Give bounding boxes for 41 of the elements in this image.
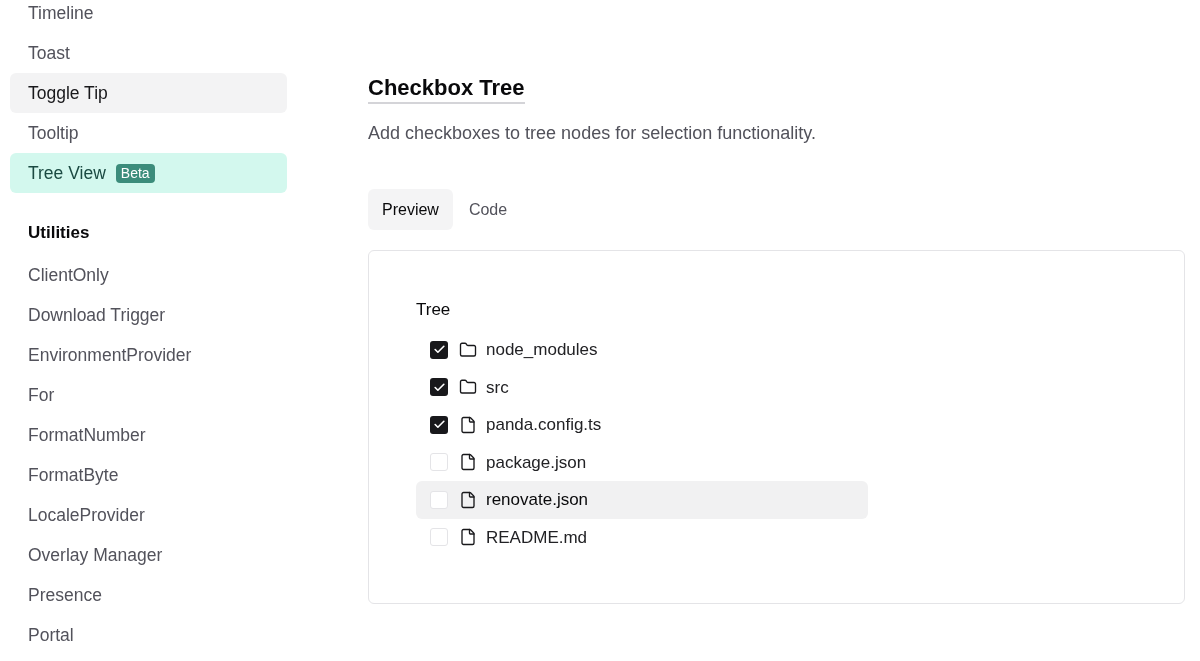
sidebar-item[interactable]: Timeline (10, 0, 287, 33)
file-icon (459, 528, 477, 547)
file-icon (459, 415, 477, 434)
sidebar-item[interactable]: Toggle Tip (10, 73, 287, 113)
checkbox[interactable] (430, 490, 448, 509)
sidebar-item[interactable]: FormatByte (10, 455, 287, 495)
check-icon (432, 380, 446, 394)
checkbox[interactable] (430, 528, 448, 547)
sidebar-item[interactable]: EnvironmentProvider (10, 335, 287, 375)
file-icon (459, 453, 477, 472)
tab[interactable]: Preview (368, 189, 453, 230)
tree-item[interactable]: panda.config.ts (416, 406, 868, 444)
sidebar-item[interactable]: For (10, 375, 287, 415)
checkbox[interactable] (430, 415, 448, 434)
page-description: Add checkboxes to tree nodes for selection functionality. (368, 122, 816, 145)
sidebar-item[interactable]: Tree View Beta (10, 153, 287, 193)
sidebar-item[interactable]: LocaleProvider (10, 495, 287, 535)
folder-icon (459, 378, 477, 397)
sidebar-item[interactable]: FormatNumber (10, 415, 287, 455)
sidebar-item[interactable]: Presence (10, 575, 287, 615)
checkbox[interactable] (430, 378, 448, 397)
sidebar-item[interactable]: ClientOnly (10, 255, 287, 295)
sidebar-item[interactable]: Download Trigger (10, 295, 287, 335)
tree-item[interactable]: README.md (416, 518, 868, 556)
tree-item[interactable]: src (416, 368, 868, 406)
tree-item[interactable]: node_modules (416, 331, 868, 369)
folder-icon (459, 340, 477, 359)
tree-item[interactable]: package.json (416, 443, 868, 481)
tree-item[interactable]: renovate.json (416, 481, 868, 519)
sidebar-item[interactable]: Tooltip (10, 113, 287, 153)
tree-label: Tree (416, 299, 451, 321)
sidebar-item[interactable]: Toast (10, 33, 287, 73)
page-title: Checkbox Tree (368, 74, 525, 104)
label-badge: Beta (115, 163, 155, 183)
file-icon (459, 490, 477, 509)
sidebar-item[interactable]: Overlay Manager (10, 535, 287, 575)
sidebar-heading: Utilities (27, 222, 90, 244)
checkbox[interactable] (430, 453, 448, 472)
sidebar-item[interactable]: Portal (10, 615, 287, 655)
tab[interactable]: Code (454, 189, 522, 230)
checkbox[interactable] (430, 340, 448, 359)
